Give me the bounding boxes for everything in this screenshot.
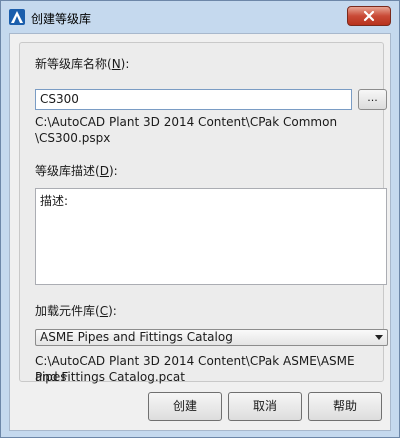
library-dropdown-value: ASME Pipes and Fittings Catalog: [40, 330, 233, 344]
window-title: 创建等级库: [31, 12, 92, 26]
close-button[interactable]: [347, 6, 391, 26]
library-dropdown[interactable]: ASME Pipes and Fittings Catalog: [35, 329, 388, 346]
spec-groupbox: 新等级库名称(N): CS300 ... C:\AutoCAD Plant 3D…: [19, 42, 388, 384]
chevron-down-icon[interactable]: [375, 335, 383, 340]
spec-desc-label: 等级库描述(D):: [35, 164, 118, 178]
autocad-plant-icon: [9, 9, 25, 25]
library-path-line-2: and Fittings Catalog.pcat: [35, 370, 185, 384]
close-icon: [363, 10, 375, 22]
load-library-label: 加载元件库(C):: [35, 304, 117, 318]
dialog-client-area: 新等级库名称(N): CS300 ... C:\AutoCAD Plant 3D…: [9, 33, 391, 431]
dialog-window: 创建等级库 新等级库名称(N): CS300 ... C:\AutoCAD Pl…: [0, 0, 400, 438]
browse-button[interactable]: ...: [358, 89, 387, 110]
spec-path-line-2: \CS300.pspx: [35, 131, 111, 145]
spec-description-textarea[interactable]: 描述:: [35, 188, 387, 285]
cancel-button[interactable]: 取消: [228, 392, 302, 421]
spec-path-line-1: C:\AutoCAD Plant 3D 2014 Content\CPak Co…: [35, 115, 338, 129]
spec-name-input[interactable]: CS300: [35, 89, 352, 110]
help-button[interactable]: 帮助: [308, 392, 382, 421]
create-button[interactable]: 创建: [148, 392, 222, 421]
title-bar[interactable]: 创建等级库: [1, 1, 399, 33]
spec-name-label: 新等级库名称(N):: [35, 57, 130, 71]
